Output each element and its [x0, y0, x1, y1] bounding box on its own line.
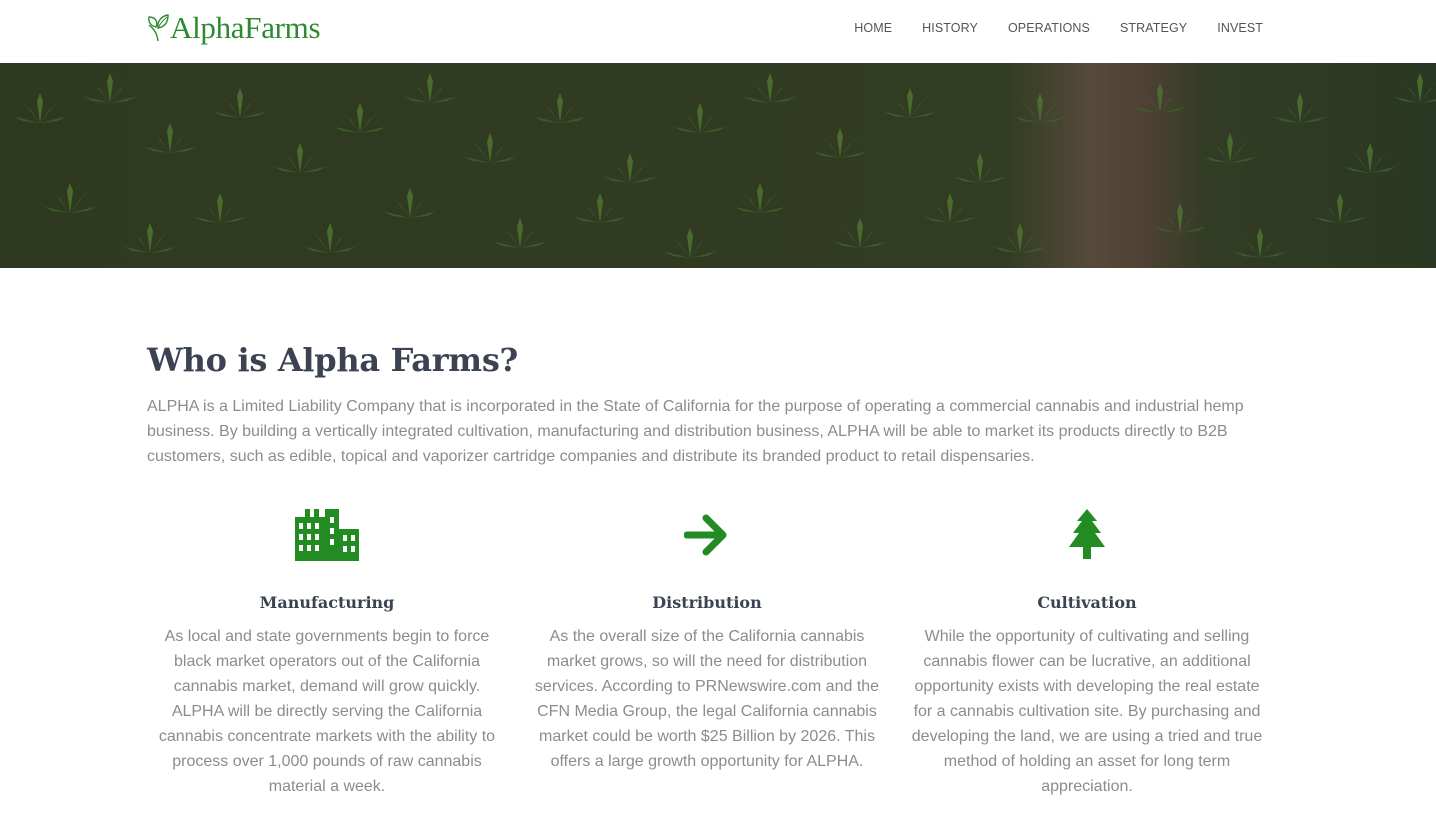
- feature-text: As local and state governments begin to …: [158, 628, 496, 795]
- feature-cultivation: Cultivation While the opportunity of cul…: [907, 505, 1267, 799]
- factory-icon: [147, 505, 507, 565]
- section-title: Who is Alpha Farms?: [147, 341, 518, 379]
- tree-icon: [907, 505, 1267, 565]
- about-section: Who is Alpha Farms? ALPHA is a Limited L…: [147, 338, 1264, 469]
- main-nav: HOME HISTORY OPERATIONS STRATEGY INVEST: [824, 19, 1263, 37]
- brand-name: AlphaFarms: [170, 10, 321, 45]
- feature-title: Cultivation: [1037, 593, 1137, 612]
- leaf-icon: [148, 14, 169, 42]
- site-header: AlphaFarms HOME HISTORY OPERATIONS STRAT…: [0, 0, 1436, 63]
- about-paragraph: ALPHA is a Limited Liability Company tha…: [147, 398, 1244, 465]
- hero-banner: [0, 63, 1436, 268]
- nav-operations[interactable]: OPERATIONS: [1008, 19, 1090, 37]
- feature-manufacturing: Manufacturing As local and state governm…: [147, 505, 507, 799]
- nav-history[interactable]: HISTORY: [922, 19, 978, 37]
- nav-strategy[interactable]: STRATEGY: [1120, 19, 1187, 37]
- feature-text: As the overall size of the California ca…: [534, 628, 880, 770]
- features-row: Manufacturing As local and state governm…: [147, 505, 1264, 805]
- nav-home[interactable]: HOME: [854, 19, 892, 37]
- nav-invest[interactable]: INVEST: [1217, 19, 1263, 37]
- arrow-right-icon: [527, 505, 887, 565]
- feature-distribution: Distribution As the overall size of the …: [527, 505, 887, 774]
- logo[interactable]: AlphaFarms: [146, 10, 321, 46]
- feature-text: While the opportunity of cultivating and…: [911, 628, 1263, 795]
- cannabis-field-photo: [0, 63, 1436, 268]
- feature-title: Manufacturing: [259, 593, 395, 612]
- feature-title: Distribution: [652, 593, 762, 612]
